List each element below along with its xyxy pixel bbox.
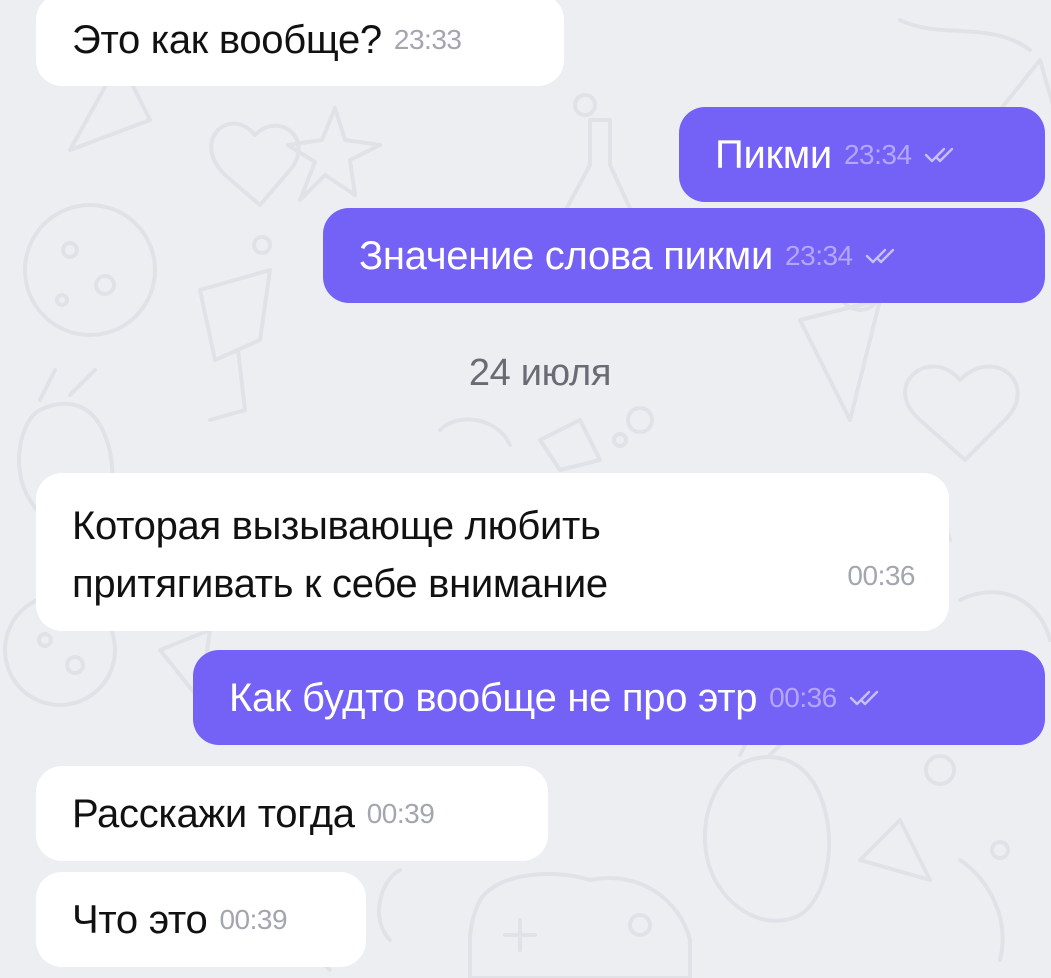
- message-time: 00:39: [219, 903, 288, 935]
- incoming-message[interactable]: Что это 00:39: [36, 872, 366, 967]
- message-time: 23:34: [843, 138, 912, 170]
- message-text: Значение слова пикми: [359, 233, 774, 278]
- incoming-message[interactable]: Которая вызывающе любить притягивать к с…: [36, 473, 949, 631]
- message-text: Которая вызывающе любить притягивать к с…: [72, 504, 608, 606]
- message-time: 23:34: [785, 239, 853, 271]
- date-separator: 24 июля: [468, 352, 612, 394]
- chat-history: Это как вообще? 23:33 Пикми 23:34 Значен…: [0, 0, 1051, 978]
- double-check-icon: [924, 147, 953, 162]
- message-text: Расскажи тогда: [72, 791, 355, 836]
- message-text: Пикми: [715, 132, 832, 177]
- outgoing-message[interactable]: Как будто вообще не про этр 00:36: [193, 650, 1045, 745]
- message-text: Как будто вообще не про этр: [229, 675, 758, 720]
- double-check-icon: [849, 690, 878, 705]
- message-text: Что это: [72, 897, 208, 942]
- message-time: 00:36: [769, 681, 837, 713]
- message-text: Это как вообще?: [72, 18, 382, 62]
- incoming-message[interactable]: Расскажи тогда 00:39: [36, 766, 548, 861]
- incoming-message[interactable]: Это как вообще? 23:33: [36, 0, 564, 86]
- outgoing-message[interactable]: Значение слова пикми 23:34: [323, 208, 1045, 303]
- message-time: 00:39: [366, 797, 435, 829]
- outgoing-message[interactable]: Пикми 23:34: [679, 107, 1045, 202]
- message-time: 23:33: [393, 24, 462, 55]
- message-time: 00:36: [847, 560, 915, 591]
- double-check-icon: [865, 248, 894, 263]
